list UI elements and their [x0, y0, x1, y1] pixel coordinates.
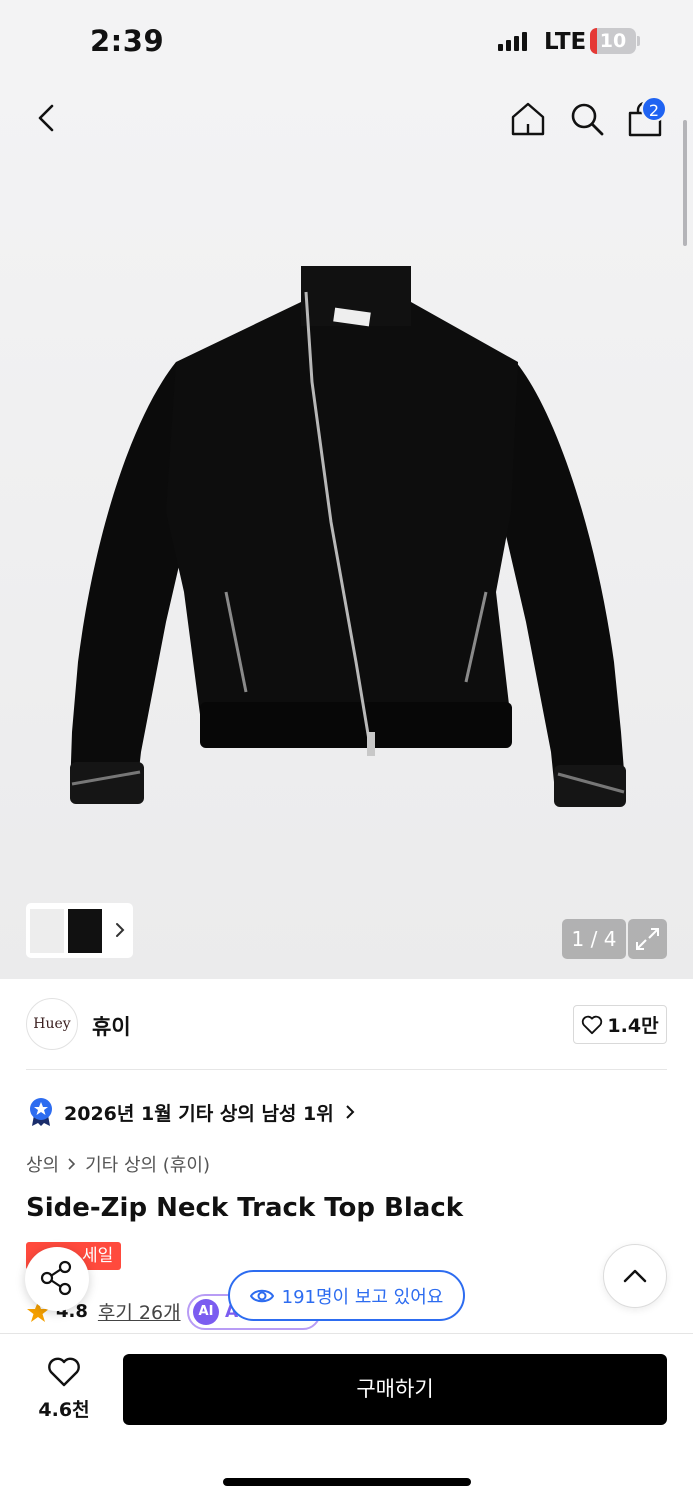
network-type: LTE	[544, 29, 587, 55]
ranking-text: 2026년 1월 기타 상의 남성 1위	[64, 1102, 334, 1125]
scroll-top-button[interactable]	[603, 1244, 667, 1308]
brand-name[interactable]: 휴이	[92, 1011, 131, 1041]
status-time: 2:39	[90, 24, 165, 58]
thumbnail-2[interactable]	[66, 907, 104, 955]
breadcrumb[interactable]: 상의 기타 상의 (휴이)	[26, 1151, 210, 1177]
heart-icon[interactable]	[47, 1356, 81, 1388]
ai-icon: AI	[193, 1299, 219, 1325]
divider	[26, 1069, 667, 1070]
ranking-link[interactable]: 2026년 1월 기타 상의 남성 1위	[28, 1097, 356, 1127]
image-pager: 1 / 4	[562, 919, 626, 959]
battery-icon: 10	[590, 28, 636, 54]
share-icon	[40, 1260, 72, 1296]
chevron-right-icon[interactable]	[113, 919, 127, 941]
breadcrumb-item-top[interactable]: 상의	[26, 1151, 59, 1177]
brand-like-button[interactable]: 1.4만	[573, 1005, 667, 1044]
review-count-link[interactable]: 후기 26개	[98, 1298, 181, 1325]
search-icon[interactable]	[568, 100, 606, 138]
chevron-right-icon	[68, 1158, 76, 1170]
signal-icon	[498, 31, 527, 51]
brand-like-count: 1.4만	[607, 1015, 659, 1037]
product-title: Side-Zip Neck Track Top Black	[26, 1193, 464, 1223]
back-icon[interactable]	[30, 100, 64, 136]
breadcrumb-item-category[interactable]: 기타 상의 (휴이)	[85, 1151, 210, 1177]
heart-icon	[582, 1015, 603, 1034]
wishlist-count: 4.6천	[38, 1399, 90, 1421]
cart-count-badge: 2	[641, 96, 667, 122]
battery-level: 10	[599, 30, 627, 52]
expand-icon	[636, 928, 659, 950]
thumbnail-1[interactable]	[28, 907, 66, 955]
scroll-indicator	[683, 120, 687, 246]
eye-icon	[249, 1289, 274, 1302]
ranking-medal-icon	[30, 1098, 52, 1126]
viewer-count-pill: 191명이 보고 있어요	[228, 1270, 465, 1321]
chevron-right-icon	[346, 1105, 355, 1119]
battery-tip	[637, 36, 640, 46]
viewer-count-text: 191명이 보고 있어요	[281, 1286, 444, 1308]
brand-logo[interactable]: Huey	[26, 998, 78, 1050]
status-bar: 2:39 LTE 10	[0, 0, 693, 84]
buy-button[interactable]: 구매하기	[123, 1354, 667, 1425]
product-image	[70, 266, 626, 807]
chevron-up-icon	[623, 1269, 647, 1283]
home-indicator	[223, 1478, 471, 1486]
expand-button[interactable]	[628, 919, 667, 959]
share-button[interactable]	[25, 1247, 89, 1311]
home-icon[interactable]	[509, 100, 547, 138]
